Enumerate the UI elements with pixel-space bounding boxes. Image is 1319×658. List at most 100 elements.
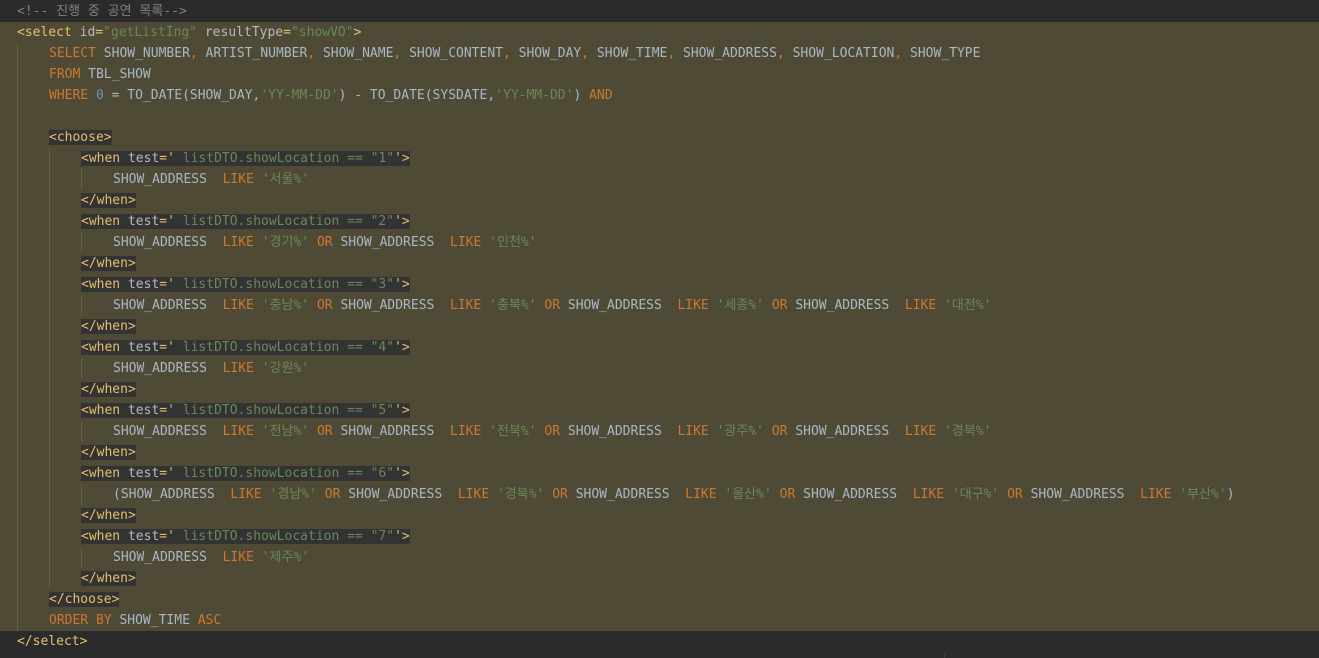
code-token: SHOW_CONTENT	[409, 46, 503, 61]
code-line[interactable]: <when test=' listDTO.showLocation == "7"…	[0, 526, 1319, 547]
code-line[interactable]: <when test=' listDTO.showLocation == "4"…	[0, 337, 1319, 358]
code-token: <choose>	[49, 130, 112, 145]
code-line[interactable]: </choose>	[0, 589, 1319, 610]
code-line[interactable]: SHOW_ADDRESS LIKE '제주%'	[0, 547, 1319, 568]
code-line[interactable]: <when test=' listDTO.showLocation == "2"…	[0, 211, 1319, 232]
code-line[interactable]: </when>	[0, 316, 1319, 337]
indent-guide	[17, 547, 18, 568]
code-line-text: <when test=' listDTO.showLocation == "5"…	[81, 400, 410, 421]
code-line[interactable]: <!-- 진행 중 공연 목록-->	[0, 1, 1319, 22]
code-line[interactable]	[0, 106, 1319, 127]
code-line[interactable]: SHOW_ADDRESS LIKE '서울%'	[0, 169, 1319, 190]
code-token: SHOW_DAY	[518, 46, 582, 61]
code-line[interactable]: ORDER BY SHOW_TIME ASC	[0, 610, 1319, 631]
code-token: SHOW_ADDRESS	[340, 235, 451, 250]
code-token: OR	[544, 487, 576, 502]
code-token: )	[573, 88, 590, 103]
indent-guide	[17, 526, 18, 547]
code-line[interactable]: <choose>	[0, 127, 1319, 148]
code-token: listDTO.showLocation == "7"	[174, 529, 395, 544]
indent-guide	[49, 547, 50, 568]
code-line[interactable]: </when>	[0, 442, 1319, 463]
code-line[interactable]: <select id="getListIng" resultType="show…	[0, 22, 1319, 43]
code-token: '충남%'	[261, 298, 310, 313]
code-line-text: SHOW_ADDRESS LIKE '강원%'	[113, 358, 309, 379]
code-line[interactable]: SHOW_ADDRESS LIKE '강원%'	[0, 358, 1319, 379]
code-token: ='	[159, 529, 175, 544]
code-line-text: </when>	[81, 253, 136, 274]
code-token: '전남%'	[261, 424, 310, 439]
code-token: <select	[17, 25, 80, 40]
code-line[interactable]: <when test=' listDTO.showLocation == "1"…	[0, 148, 1319, 169]
code-token: resultType	[204, 25, 284, 40]
code-token: TBL_SHOW	[88, 67, 151, 82]
code-token: =	[95, 25, 104, 40]
code-token: >	[353, 25, 362, 40]
code-line[interactable]: <when test=' listDTO.showLocation == "3"…	[0, 274, 1319, 295]
code-line[interactable]: SHOW_ADDRESS LIKE '경기%' OR SHOW_ADDRESS …	[0, 232, 1319, 253]
indent-guide	[17, 379, 18, 400]
code-token: '대구%'	[951, 487, 1000, 502]
code-token: "getListIng"	[103, 25, 198, 40]
code-token: OR	[309, 298, 341, 313]
indent-guide	[17, 253, 18, 274]
code-token: </when>	[81, 256, 136, 271]
indent-guide	[17, 127, 18, 148]
code-token: '>	[394, 214, 410, 229]
code-line[interactable]: (SHOW_ADDRESS LIKE '경남%' OR SHOW_ADDRESS…	[0, 484, 1319, 505]
code-token: test	[127, 529, 160, 544]
code-line-text: </when>	[81, 442, 136, 463]
indent-guide	[49, 505, 50, 526]
code-token: ,	[581, 46, 597, 61]
code-line[interactable]: </when>	[0, 253, 1319, 274]
code-editor[interactable]: <!-- 진행 중 공연 목록--> <select id="getListIng…	[0, 0, 1319, 658]
code-token: </choose>	[49, 592, 120, 607]
indent-guide	[49, 421, 50, 442]
indent-guide	[49, 274, 50, 295]
code-token: ='	[159, 151, 175, 166]
code-line[interactable]: WHERE 0 = TO_DATE(SHOW_DAY,'YY-MM-DD') -…	[0, 85, 1319, 106]
indent-guide	[17, 274, 18, 295]
code-token: SHOW_ADDRESS	[567, 424, 678, 439]
code-token: test	[127, 466, 160, 481]
code-line-text: SHOW_ADDRESS LIKE '서울%'	[113, 169, 309, 190]
code-token: ORDER BY	[49, 613, 120, 628]
code-line[interactable]: </when>	[0, 379, 1319, 400]
code-token: LIKE	[912, 487, 952, 502]
code-line[interactable]: <when test=' listDTO.showLocation == "5"…	[0, 400, 1319, 421]
code-token: </when>	[81, 319, 136, 334]
indent-guide	[49, 169, 50, 190]
indent-guide	[49, 400, 50, 421]
indent-guide	[17, 211, 18, 232]
code-line-text: </when>	[81, 379, 136, 400]
code-line[interactable]: </when>	[0, 568, 1319, 589]
indent-guide	[17, 316, 18, 337]
code-line[interactable]: FROM TBL_SHOW	[0, 64, 1319, 85]
indent-guide	[49, 568, 50, 589]
code-line[interactable]: SHOW_ADDRESS LIKE '전남%' OR SHOW_ADDRESS …	[0, 421, 1319, 442]
code-token: </when>	[81, 382, 136, 397]
indent-guide	[17, 610, 18, 631]
code-token: SHOW_ADDRESS	[567, 298, 678, 313]
code-token: ,	[307, 46, 323, 61]
code-line[interactable]: </when>	[0, 190, 1319, 211]
code-line[interactable]: SELECT SHOW_NUMBER, ARTIST_NUMBER, SHOW_…	[0, 43, 1319, 64]
code-token: SHOW_ADDRESS	[113, 298, 223, 313]
code-token: SHOW_LOCATION	[792, 46, 895, 61]
code-line[interactable]: SHOW_ADDRESS LIKE '충남%' OR SHOW_ADDRESS …	[0, 295, 1319, 316]
code-token: '경남%'	[269, 487, 317, 502]
code-token: FROM	[49, 67, 89, 82]
code-line[interactable]: <when test=' listDTO.showLocation == "6"…	[0, 463, 1319, 484]
indent-guide	[17, 337, 18, 358]
code-line[interactable]: </select>	[0, 631, 1319, 652]
code-token: LIKE	[450, 235, 490, 250]
code-line-text: </when>	[81, 505, 136, 526]
code-line-text: <when test=' listDTO.showLocation == "2"…	[81, 211, 410, 232]
indent-guide	[49, 316, 50, 337]
code-token: ='	[159, 214, 175, 229]
code-line-text: <when test=' listDTO.showLocation == "1"…	[81, 148, 410, 169]
code-line[interactable]: </when>	[0, 505, 1319, 526]
code-line-text: WHERE 0 = TO_DATE(SHOW_DAY,'YY-MM-DD') -…	[49, 85, 613, 106]
code-token: WHERE	[49, 88, 96, 103]
code-token: '>	[394, 151, 410, 166]
